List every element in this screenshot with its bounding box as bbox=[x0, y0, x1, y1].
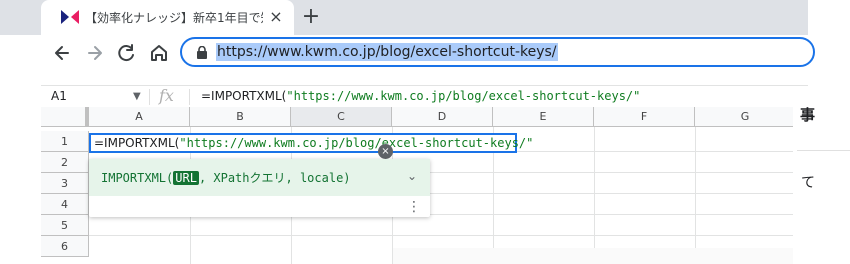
back-arrow-icon[interactable] bbox=[48, 39, 76, 67]
tab-strip: 【効率化ナレッジ】新卒1年目で知っておきたい × + bbox=[0, 0, 808, 35]
column-header-e[interactable]: E bbox=[493, 107, 594, 127]
column-header-a[interactable]: A bbox=[89, 107, 190, 127]
column-header-g[interactable]: G bbox=[695, 107, 793, 127]
address-bar[interactable]: https://www.kwm.co.jp/blog/excel-shortcu… bbox=[180, 37, 815, 67]
page-background-strip bbox=[393, 248, 793, 264]
formula-input[interactable]: =IMPORTXML("https://www.kwm.co.jp/blog/e… bbox=[201, 89, 640, 103]
clear-icon[interactable]: × bbox=[378, 144, 393, 159]
active-cell-a1[interactable]: =IMPORTXML("https://www.kwm.co.jp/blog/e… bbox=[89, 133, 533, 153]
fx-icon: fx bbox=[159, 86, 174, 105]
column-header-c[interactable]: C bbox=[291, 107, 392, 127]
divider bbox=[189, 89, 190, 105]
row-header-6[interactable]: 6 bbox=[41, 236, 89, 257]
forward-arrow-icon[interactable] bbox=[81, 39, 109, 67]
column-header-f[interactable]: F bbox=[594, 107, 695, 127]
grid-line bbox=[695, 127, 696, 264]
function-help-popup: IMPORTXML(URL, XPathクエリ, locale) ⌄ ⋮ bbox=[89, 159, 430, 217]
tab-title: 【効率化ナレッジ】新卒1年目で知っておきたい bbox=[85, 11, 263, 25]
grid-line bbox=[594, 127, 595, 264]
row-header-5[interactable]: 5 bbox=[41, 215, 89, 236]
name-box[interactable]: A1 bbox=[51, 89, 67, 103]
new-tab-button[interactable]: + bbox=[299, 5, 323, 29]
tab-close-icon[interactable]: × bbox=[265, 6, 287, 28]
cell-string: "https://www.kwm.co.jp/blog/excel-shortc… bbox=[179, 136, 534, 150]
select-all-corner[interactable] bbox=[41, 107, 89, 127]
browser-toolbar: https://www.kwm.co.jp/blog/excel-shortcu… bbox=[0, 35, 815, 71]
page-heading-fragment: 事 bbox=[800, 106, 816, 124]
formula-string: "https://www.kwm.co.jp/blog/excel-shortc… bbox=[286, 89, 641, 103]
row-header-1[interactable]: 1 bbox=[41, 131, 89, 152]
signature-rest: , XPathクエリ, locale) bbox=[198, 171, 351, 185]
chevron-down-icon[interactable]: ⌄ bbox=[407, 169, 417, 183]
home-icon[interactable] bbox=[145, 39, 173, 67]
reload-icon[interactable] bbox=[113, 39, 141, 67]
grid-line bbox=[89, 235, 793, 236]
lock-icon[interactable] bbox=[196, 46, 208, 59]
formula-function: =IMPORTXML( bbox=[201, 89, 287, 103]
function-signature[interactable]: IMPORTXML(URL, XPathクエリ, locale) ⌄ bbox=[89, 159, 430, 196]
signature-function: IMPORTXML( bbox=[101, 171, 174, 185]
url-text[interactable]: https://www.kwm.co.jp/blog/excel-shortcu… bbox=[216, 43, 558, 61]
row-header-2[interactable]: 2 bbox=[41, 152, 89, 173]
site-favicon-icon bbox=[61, 10, 79, 24]
browser-tab[interactable]: 【効率化ナレッジ】新卒1年目で知っておきたい × bbox=[41, 0, 294, 35]
row-header-3[interactable]: 3 bbox=[41, 173, 89, 194]
signature-active-arg: URL bbox=[173, 171, 199, 185]
name-box-dropdown-icon[interactable]: ▼ bbox=[133, 91, 141, 102]
column-header-d[interactable]: D bbox=[392, 107, 493, 127]
column-header-b[interactable]: B bbox=[190, 107, 291, 127]
divider bbox=[797, 150, 850, 151]
more-vert-icon[interactable]: ⋮ bbox=[407, 198, 421, 216]
divider bbox=[149, 89, 150, 105]
row-header-4[interactable]: 4 bbox=[41, 194, 89, 215]
formula-bar: A1 ▼ fx =IMPORTXML("https://www.kwm.co.j… bbox=[41, 85, 808, 107]
cell-function: =IMPORTXML( bbox=[94, 136, 180, 150]
signature-text: IMPORTXML(URL, XPathクエリ, locale) bbox=[101, 169, 351, 186]
page-text-fragment: て bbox=[801, 175, 815, 191]
